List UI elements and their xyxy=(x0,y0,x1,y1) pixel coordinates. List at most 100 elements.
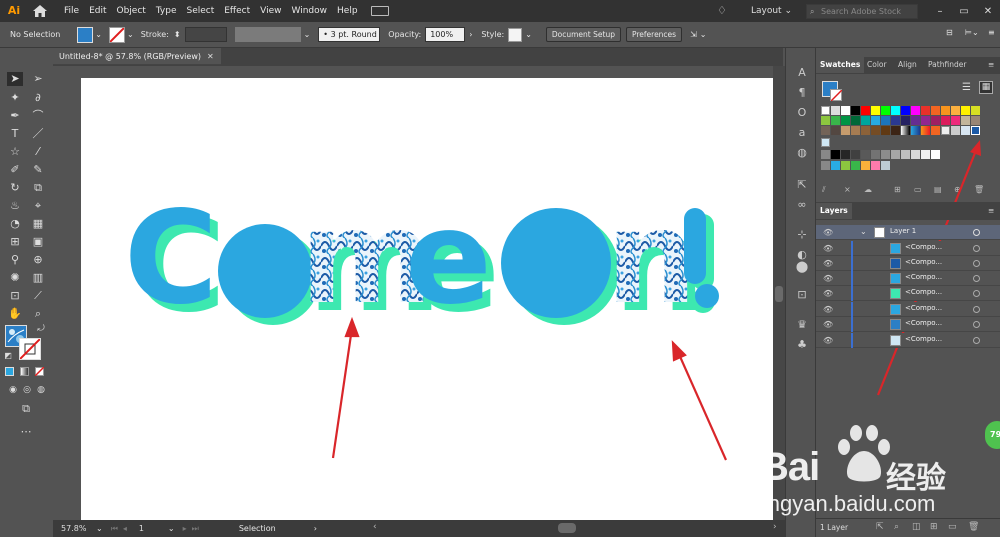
swatch[interactable] xyxy=(831,161,840,170)
swatch[interactable] xyxy=(841,126,850,135)
lightbulb-icon[interactable]: ♢ xyxy=(715,4,729,18)
swatch[interactable] xyxy=(831,106,840,115)
visibility-eye-icon[interactable]: 👁 xyxy=(823,244,833,253)
sublayer-row[interactable]: 👁 <Compo... xyxy=(816,241,1000,256)
swatch[interactable] xyxy=(831,116,840,125)
color-mode-icon[interactable] xyxy=(5,367,14,376)
target-circle-icon[interactable] xyxy=(973,306,980,313)
visibility-eye-icon[interactable]: 👁 xyxy=(823,274,833,283)
close-icon[interactable]: ✕ xyxy=(976,6,1000,17)
show-swatch-kinds-icon[interactable]: ⨯ xyxy=(844,185,851,194)
swap-fill-stroke-icon[interactable]: ⤾ xyxy=(33,322,49,336)
sublayer-row[interactable]: 👁 <Compo... xyxy=(816,256,1000,271)
document-setup-button[interactable]: Document Setup xyxy=(545,27,621,42)
edit-toolbar-icon[interactable]: ⋯ xyxy=(18,425,34,439)
sublayer-row[interactable]: 👁 <Compo... xyxy=(816,317,1000,332)
stroke-weight-field[interactable] xyxy=(184,27,227,42)
swatch[interactable] xyxy=(891,116,900,125)
target-circle-icon[interactable] xyxy=(973,321,980,328)
links-panel-icon[interactable]: ∞ xyxy=(794,198,810,212)
close-tab-icon[interactable]: ✕ xyxy=(207,48,214,65)
last-artboard-icon[interactable]: ⏭ xyxy=(192,524,199,534)
swatch[interactable] xyxy=(911,106,920,115)
visibility-eye-icon[interactable]: 👁 xyxy=(823,320,833,329)
menu-help[interactable]: Help xyxy=(337,6,358,16)
blend-tool-icon[interactable]: ⊕ xyxy=(30,253,46,267)
swatch-libraries-icon[interactable]: ⫽ xyxy=(822,185,826,195)
sublayer-name[interactable]: <Compo... xyxy=(905,335,942,343)
type-tool-icon[interactable]: T xyxy=(7,127,23,141)
scroll-left-icon[interactable]: ‹ xyxy=(373,522,377,532)
menu-select[interactable]: Select xyxy=(186,6,214,16)
sublayer-name[interactable]: <Compo... xyxy=(905,319,942,327)
status-arrow-icon[interactable]: › xyxy=(314,524,317,533)
swatch[interactable] xyxy=(851,126,860,135)
artwork-come-on[interactable]: C m e n C m e n xyxy=(81,78,773,520)
tab-swatches[interactable]: Swatches xyxy=(816,57,865,73)
style-dropdown-icon[interactable]: ⌄ xyxy=(525,30,532,39)
preferences-button[interactable]: Preferences xyxy=(625,27,683,42)
swatch[interactable] xyxy=(881,106,890,115)
pencil-tool-icon[interactable]: ✎ xyxy=(30,163,46,177)
menu-edit[interactable]: Edit xyxy=(89,6,106,16)
target-circle-icon[interactable] xyxy=(973,290,980,297)
sublayer-row[interactable]: 👁 <Compo... xyxy=(816,333,1000,348)
visibility-eye-icon[interactable]: 👁 xyxy=(823,259,833,268)
control-menu-icon[interactable]: ≡ xyxy=(988,28,995,37)
menu-effect[interactable]: Effect xyxy=(224,6,250,16)
style-swatch[interactable] xyxy=(508,27,523,42)
sublayer-name[interactable]: <Compo... xyxy=(905,258,942,266)
panel-menu-icon[interactable]: ≡ xyxy=(984,57,998,73)
opacity-arrow-icon[interactable]: › xyxy=(469,30,472,39)
tab-align[interactable]: Align xyxy=(894,57,921,73)
graphic-styles-panel-icon[interactable]: ⬤ xyxy=(794,260,810,274)
sublayer-name[interactable]: <Compo... xyxy=(905,288,942,296)
arrange-dropdown-icon[interactable]: ⌄ xyxy=(700,30,707,39)
swatch[interactable] xyxy=(901,116,910,125)
stroke-swatch[interactable] xyxy=(109,26,125,43)
rotate-tool-icon[interactable]: ↻ xyxy=(7,181,23,195)
character-panel-icon[interactable]: A xyxy=(794,66,810,80)
glyphs-panel-icon[interactable]: a xyxy=(794,126,810,140)
draw-inside-icon[interactable]: ◍ xyxy=(33,383,49,397)
target-circle-icon[interactable] xyxy=(973,245,980,252)
swatch[interactable] xyxy=(851,161,860,170)
target-circle-icon[interactable] xyxy=(973,275,980,282)
magic-wand-tool-icon[interactable]: ✦ xyxy=(7,91,23,105)
swatch[interactable] xyxy=(951,106,960,115)
prev-artboard-icon[interactable]: ◂ xyxy=(123,524,127,533)
swatch[interactable] xyxy=(831,126,840,135)
swatch[interactable] xyxy=(921,106,930,115)
active-stroke-swatch[interactable] xyxy=(830,89,842,101)
swatch[interactable] xyxy=(851,150,860,159)
opentype-panel-icon[interactable]: O xyxy=(794,106,810,120)
export-panel-icon[interactable]: ⇱ xyxy=(794,178,810,192)
line-tool-icon[interactable]: ／ xyxy=(30,127,46,141)
artboard[interactable]: C m e n C m e n xyxy=(81,78,773,520)
swatch[interactable] xyxy=(851,116,860,125)
swatch-group-folder[interactable] xyxy=(821,150,830,159)
gradient-tool-icon[interactable]: ▣ xyxy=(30,235,46,249)
swatch[interactable] xyxy=(901,106,910,115)
default-colors-icon[interactable]: ◩ xyxy=(0,349,16,363)
selection-tool-icon[interactable]: ➤ xyxy=(7,72,23,86)
vertical-scroll-thumb[interactable] xyxy=(775,286,783,302)
swatch[interactable] xyxy=(881,116,890,125)
paintbrush-tool-icon[interactable]: ⁄ xyxy=(30,145,46,159)
star-tool-icon[interactable]: ☆ xyxy=(7,145,23,159)
tab-color[interactable]: Color xyxy=(863,57,891,73)
artboard-number-field[interactable]: 1 xyxy=(133,521,166,536)
stroke-dropdown-icon[interactable]: ⌄ xyxy=(127,30,134,39)
swatch[interactable] xyxy=(871,106,880,115)
swatch[interactable] xyxy=(971,106,980,115)
swatch[interactable] xyxy=(821,116,830,125)
grid-view-icon[interactable]: ▦ xyxy=(979,81,993,94)
fill-dropdown-icon[interactable]: ⌄ xyxy=(95,30,102,39)
stroke-weight-stepper[interactable]: ⬍ xyxy=(174,30,181,39)
next-artboard-icon[interactable]: ▸ xyxy=(183,524,187,533)
slice-tool-icon[interactable]: ⟋ xyxy=(30,289,46,303)
swatch[interactable] xyxy=(941,106,950,115)
align-menu-icon[interactable]: ⊨⌄ xyxy=(965,28,979,37)
layer-row[interactable]: 👁 ⌄ Layer 1 xyxy=(816,225,1000,240)
list-view-icon[interactable]: ☰ xyxy=(962,82,971,93)
